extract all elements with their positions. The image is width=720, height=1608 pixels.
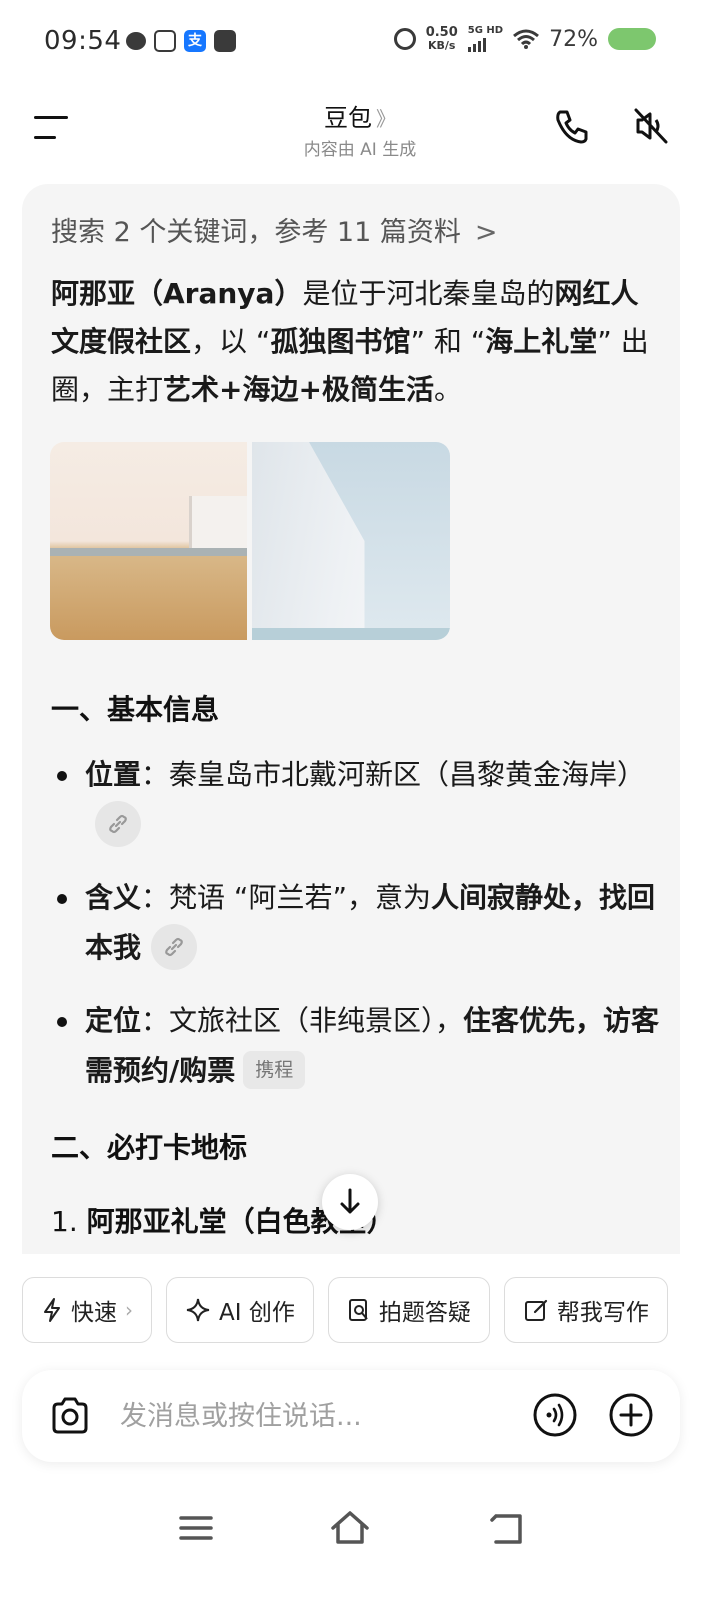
net-speed-unit: KB/s	[427, 39, 456, 52]
scroll-to-bottom-button[interactable]	[322, 1174, 378, 1230]
intro-bold: 艺术+海边+极简生活	[163, 373, 434, 406]
camera-icon[interactable]	[48, 1394, 92, 1438]
quick-action-bar: 快速 › AI 创作 拍题答疑 帮我写作	[22, 1277, 668, 1345]
net-speed: 0.50 KB/s	[426, 26, 458, 52]
intro-text: ” 和 “	[410, 325, 486, 358]
bullet-text: 文旅社区（非纯景区），	[169, 1004, 464, 1037]
bullet-label: 定位	[85, 1004, 142, 1037]
intro-text: 。	[433, 373, 462, 406]
ai-generated-notice: 内容由 AI 生成	[303, 140, 417, 160]
home-icon[interactable]	[330, 1508, 370, 1548]
chip-label: 拍题答疑	[378, 1300, 471, 1326]
image-gallery	[50, 442, 450, 640]
status-bar: 09:54 支 0.50 KB/s 5G HD 72%	[0, 0, 720, 90]
photo-reeds-building[interactable]	[50, 442, 247, 640]
intro-bold: 孤独图书馆	[270, 325, 411, 358]
alarm-icon	[393, 28, 416, 50]
title-chevron-icon: 》	[376, 107, 396, 131]
wifi-icon	[513, 29, 540, 49]
bullet-sep: ：	[141, 758, 170, 791]
bullet-positioning: 定位：文旅社区（非纯景区），住客优先，访客需预约/购票 携程	[51, 996, 661, 1096]
system-nav-bar	[0, 1490, 720, 1570]
chat-header: 豆包》 内容由 AI 生成	[0, 90, 720, 180]
transit-icon	[214, 30, 236, 52]
bullet-text: 秦皇岛市北戴河新区（昌黎黄金海岸）	[169, 758, 646, 791]
source-chip[interactable]: 携程	[243, 1051, 306, 1089]
bullet-label: 含义	[85, 881, 142, 914]
intro-paragraph: 阿那亚（Aranya）是位于河北秦皇岛的网红人文度假社区，以 “孤独图书馆” 和…	[51, 270, 661, 414]
message-input[interactable]	[120, 1392, 500, 1440]
bullet-sep: ：	[141, 881, 170, 914]
phone-call-icon[interactable]	[552, 106, 592, 146]
intro-bold: 阿那亚（Aranya）	[51, 277, 303, 310]
net-speed-value: 0.50	[425, 25, 458, 40]
speaker-mute-icon[interactable]	[630, 106, 670, 146]
battery-percent: 72%	[549, 26, 598, 52]
voice-call-icon[interactable]	[532, 1392, 578, 1438]
bullet-text: 梵语 “阿兰若”，意为	[169, 881, 431, 914]
camera-app-icon	[154, 30, 176, 52]
link-icon[interactable]	[151, 924, 198, 970]
bullet-sep: ：	[141, 1004, 170, 1037]
title-block[interactable]: 豆包》 内容由 AI 生成	[0, 98, 720, 160]
chip-fast-mode[interactable]: 快速 ›	[22, 1277, 152, 1343]
chip-photo-question[interactable]: 拍题答疑	[327, 1277, 490, 1343]
intro-text: 是位于河北秦皇岛的	[302, 277, 555, 310]
message-composer	[22, 1370, 680, 1462]
section-heading: 一、基本信息	[51, 693, 220, 726]
search-summary[interactable]: 搜索 2 个关键词，参考 11 篇资料 >	[51, 210, 498, 249]
photo-white-chapel[interactable]	[252, 442, 450, 640]
status-system-icons: 0.50 KB/s 5G HD 72%	[393, 25, 656, 52]
lightning-icon	[44, 1298, 60, 1322]
status-notification-icons: 支	[126, 30, 236, 52]
bullet-meaning: 含义：梵语 “阿兰若”，意为人间寂静处，找回本我	[51, 873, 661, 973]
assistant-name[interactable]: 豆包	[324, 104, 372, 132]
signal-icon: 5G HD	[467, 25, 504, 52]
answer-card: 搜索 2 个关键词，参考 11 篇资料 > 阿那亚（Aranya）是位于河北秦皇岛…	[22, 184, 680, 1254]
arrow-down-icon	[340, 1188, 360, 1214]
intro-bold: 海上礼堂	[485, 325, 598, 358]
back-icon[interactable]	[488, 1508, 528, 1548]
item-number: 1.	[51, 1205, 78, 1238]
link-icon[interactable]	[95, 801, 141, 847]
chip-label: 快速	[71, 1300, 117, 1326]
section-heading: 二、必打卡地标	[51, 1131, 248, 1164]
chip-help-write[interactable]: 帮我写作	[503, 1277, 668, 1343]
bullet-location: 位置：秦皇岛市北戴河新区（昌黎黄金海岸）	[51, 750, 661, 850]
network-type: 5G HD	[467, 25, 504, 36]
intro-text: ，以 “	[191, 325, 271, 358]
plus-icon[interactable]	[608, 1392, 654, 1438]
sparkle-icon	[186, 1298, 210, 1322]
photo-search-icon	[348, 1299, 368, 1321]
chat-bubble-icon	[126, 32, 146, 50]
chevron-right-icon: >	[474, 217, 498, 248]
status-time: 09:54	[44, 26, 122, 56]
chip-label: AI 创作	[219, 1300, 295, 1326]
chip-label: 帮我写作	[556, 1300, 649, 1326]
edit-icon	[524, 1299, 547, 1321]
recent-apps-icon[interactable]	[176, 1508, 216, 1548]
alipay-icon: 支	[184, 30, 206, 52]
chip-ai-create[interactable]: AI 创作	[166, 1277, 314, 1343]
chevron-right-icon: ›	[125, 1298, 133, 1322]
bullet-label: 位置	[85, 758, 142, 791]
battery-icon	[608, 28, 656, 50]
search-summary-text: 搜索 2 个关键词，参考 11 篇资料	[51, 217, 461, 248]
